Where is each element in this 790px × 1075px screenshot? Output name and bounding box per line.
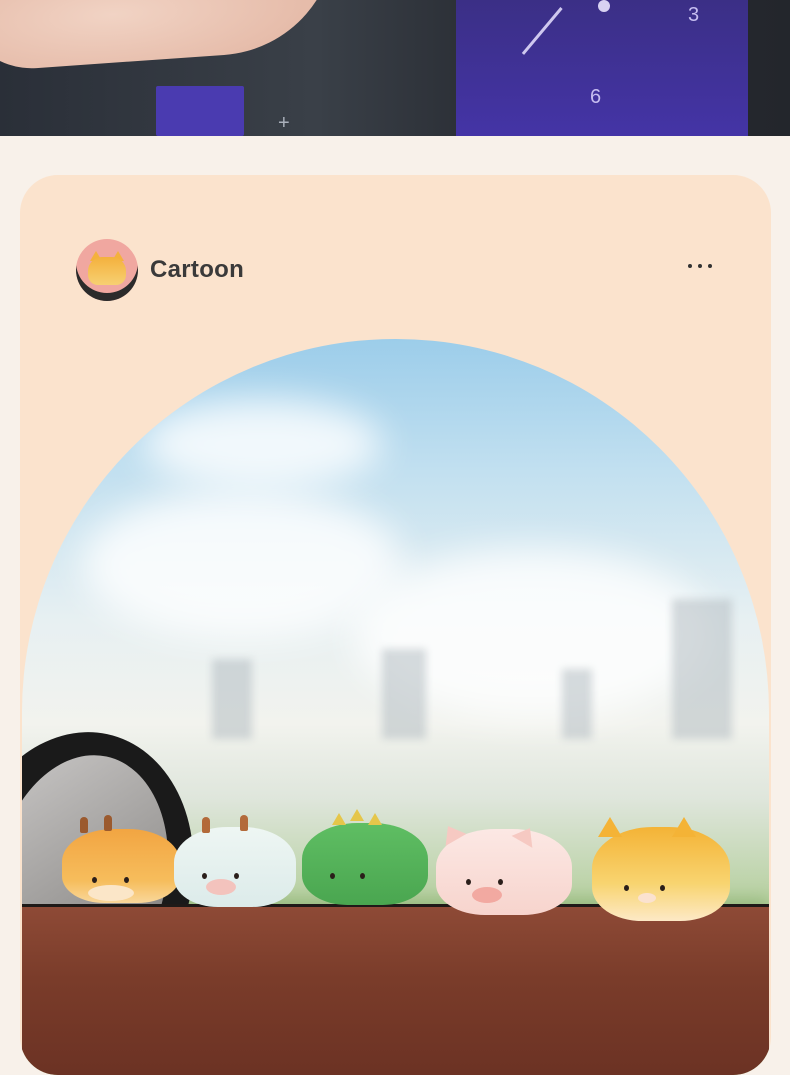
- more-options-button[interactable]: [680, 255, 720, 277]
- cat-ear: [598, 817, 622, 837]
- avatar-cat-figure: [88, 257, 126, 285]
- eye: [202, 873, 207, 879]
- dashboard-clock-screen: [456, 0, 748, 136]
- cow-figurine: [174, 815, 296, 907]
- eye: [466, 879, 471, 885]
- dinosaur-figurine: [302, 809, 428, 905]
- eye: [360, 873, 365, 879]
- pig-ear: [437, 820, 467, 846]
- cat-muzzle: [638, 893, 656, 903]
- pig-figurine: [436, 820, 572, 915]
- cow-nose: [206, 879, 236, 895]
- giraffe-horn: [80, 817, 88, 833]
- eye: [234, 873, 239, 879]
- cow-horn: [202, 817, 210, 833]
- post-header: Cartoon: [76, 239, 244, 301]
- leather-dashboard: [22, 907, 769, 1075]
- cat-figurine: [592, 817, 730, 921]
- giraffe-horn: [104, 815, 112, 831]
- account-name[interactable]: Cartoon: [150, 256, 244, 284]
- dino-spike: [332, 813, 346, 825]
- more-horizontal-icon-dot: [698, 264, 702, 268]
- pig-ear: [511, 822, 541, 848]
- hand: [0, 0, 344, 74]
- distant-building: [382, 649, 426, 739]
- plus-icon: +: [278, 112, 290, 134]
- distant-building: [672, 599, 732, 739]
- cloud: [82, 489, 402, 639]
- eye: [92, 877, 97, 883]
- post-card: Cartoon: [20, 175, 771, 1075]
- clock-number-3: 3: [688, 4, 700, 26]
- eye: [624, 885, 629, 891]
- clock-number-6: 6: [590, 86, 602, 108]
- clock-center: [598, 0, 610, 12]
- eye: [124, 877, 129, 883]
- eye: [660, 885, 665, 891]
- more-horizontal-icon-dot: [688, 264, 692, 268]
- cat-ear: [672, 817, 696, 837]
- avatar[interactable]: [76, 239, 138, 301]
- dino-spike: [368, 813, 382, 825]
- cloud: [142, 399, 382, 489]
- dashboard-photo-strip: + 3 6: [0, 0, 790, 136]
- distant-building: [212, 659, 252, 739]
- eye: [498, 879, 503, 885]
- distant-building: [562, 669, 592, 739]
- pig-snout: [472, 887, 502, 903]
- cow-horn: [240, 815, 248, 831]
- eye: [330, 873, 335, 879]
- giraffe-figurine: [62, 815, 180, 903]
- dino-spike: [350, 809, 364, 821]
- post-photo: [22, 339, 769, 1075]
- dashboard-small-screen: [156, 86, 244, 136]
- more-horizontal-icon-dot: [708, 264, 712, 268]
- giraffe-muzzle: [88, 885, 134, 901]
